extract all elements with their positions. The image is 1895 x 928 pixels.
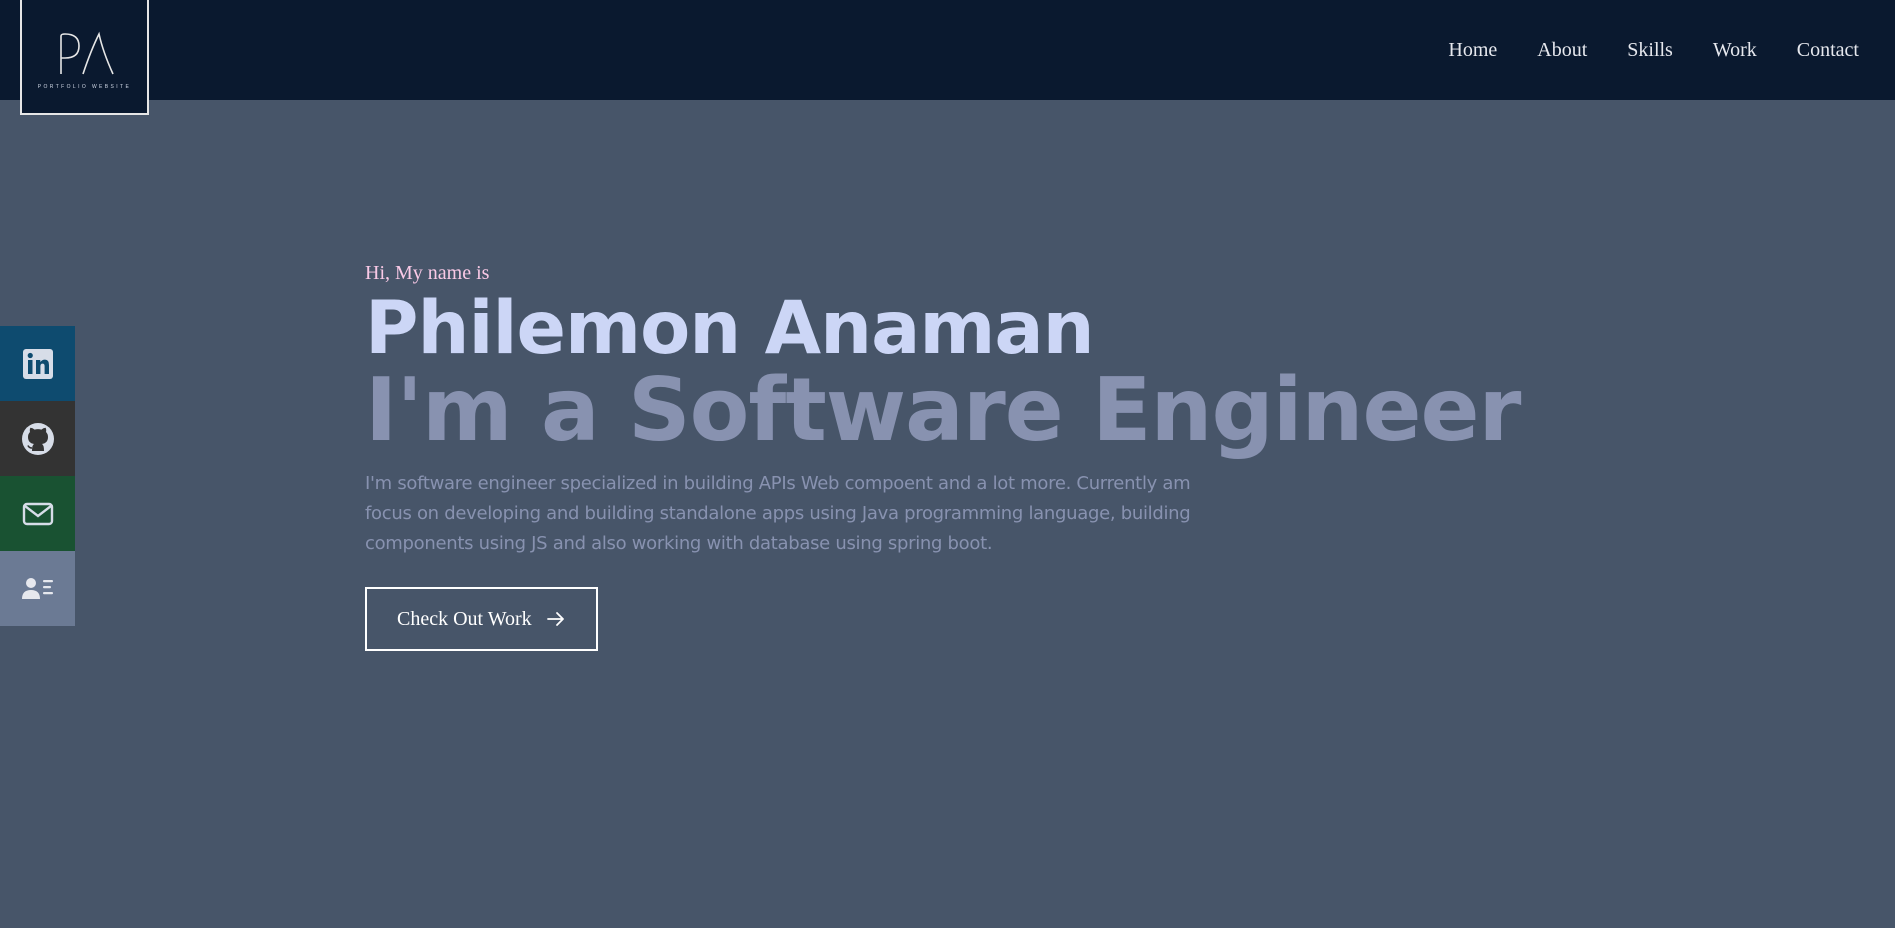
linkedin-icon [22,348,53,379]
logo-subtitle: PORTFOLIO WEBSITE [37,83,132,90]
nav-item-home[interactable]: Home [1448,39,1497,62]
social-sidebar [0,326,75,626]
nav-item-work[interactable]: Work [1713,39,1757,62]
resume-link[interactable] [0,551,75,626]
greeting: Hi, My name is [365,262,490,284]
resume-icon [21,577,53,599]
nav-item-skills[interactable]: Skills [1627,39,1673,62]
arrow-right-icon [546,612,564,626]
logo-mark [59,31,114,74]
navbar: PORTFOLIO WEBSITE Home About Skills Work… [0,0,1895,115]
nav-item-contact[interactable]: Contact [1797,39,1859,62]
cta-label: Check Out Work [397,607,532,630]
nav-links: Home About Skills Work Contact [1408,0,1859,100]
linkedin-link[interactable] [0,326,75,401]
hero: Hi, My name is Philemon Anaman I'm a Sof… [365,262,1521,651]
hero-role: I'm a Software Engineer [365,359,1521,461]
hero-description: I'm software engineer specialized in bui… [365,473,1191,554]
github-link[interactable] [0,401,75,476]
logo[interactable]: PORTFOLIO WEBSITE [20,0,149,115]
check-out-work-button[interactable]: Check Out Work [365,587,598,651]
github-icon [21,422,54,455]
nav-item-about[interactable]: About [1537,39,1587,62]
mail-icon [22,502,53,525]
email-link[interactable] [0,476,75,551]
